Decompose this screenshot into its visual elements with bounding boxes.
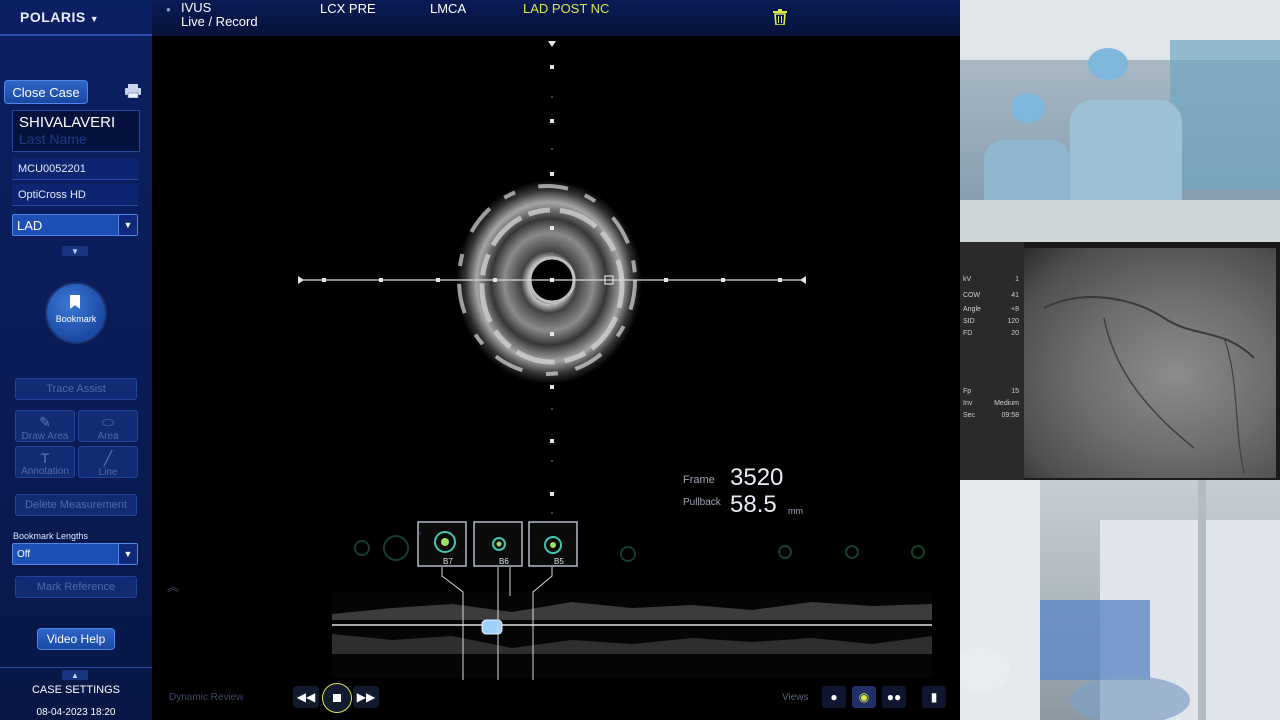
vessel-select[interactable]: LAD ▼ (12, 214, 138, 236)
stop-icon (333, 694, 341, 702)
draw-area-label: Draw Area (21, 431, 69, 442)
frame-value: 3520 (730, 464, 784, 491)
camera-scene (960, 0, 1280, 242)
delete-measurement-button[interactable]: Delete Measurement (15, 494, 137, 516)
tab-ivus-label: IVUS (181, 0, 212, 15)
bookmark-thumbnail[interactable] (417, 521, 467, 567)
area-icon: ⬭ (102, 414, 114, 430)
bookmark-lengths-value: Off (17, 548, 31, 560)
divider (0, 667, 152, 668)
bookmark-label: B6 (499, 557, 509, 566)
tab-lad-post-nc[interactable]: LAD POST NC (523, 1, 609, 16)
trash-icon[interactable] (773, 9, 787, 25)
procedure-camera-feed (960, 480, 1280, 720)
param-row: Sec 09:58 (963, 412, 1019, 419)
draw-area-button[interactable]: ✎ Draw Area (15, 410, 75, 442)
bookmark-thumbnail[interactable] (528, 521, 578, 567)
stop-button[interactable] (322, 683, 352, 713)
area-button[interactable]: ⬭ Area (78, 410, 138, 442)
run-tabs-bar: ● IVUS Live / Record LCX PRE LMCA LAD PO… (152, 0, 960, 36)
sidebar: POLARIS ▼ Close Case SHIVALAVERI Last Nam… (0, 0, 152, 720)
printer-icon[interactable] (124, 84, 142, 98)
pullback-value: 58.5 (730, 491, 777, 518)
view-dual-icon[interactable]: ●● (882, 686, 906, 708)
rewind-icon[interactable]: ◀◀ (293, 686, 319, 708)
trace-assist-button[interactable]: Trace Assist (15, 378, 137, 400)
brand-menu[interactable]: POLARIS ▼ (20, 9, 99, 25)
catheter-field[interactable]: OptiCross HD (12, 184, 138, 206)
bookmark-label: B5 (554, 557, 564, 566)
bookmark-label: B7 (443, 557, 453, 566)
line-icon: ╱ (103, 450, 113, 466)
chevron-down-icon: ▼ (118, 544, 137, 564)
annotation-label: Annotation (21, 466, 69, 477)
datetime-display: 08-04-2023 18:20 (36, 707, 116, 718)
divider (0, 34, 152, 36)
record-icon: ● (166, 5, 171, 14)
bookmark-lengths-select[interactable]: Off ▼ (12, 543, 138, 565)
param-row: COW 41 (963, 292, 1019, 299)
chevron-down-icon: ▼ (89, 14, 100, 24)
chevron-icon: › (418, 528, 422, 539)
param-row: FD 20 (963, 330, 1019, 337)
video-help-button[interactable]: Video Help (37, 628, 115, 650)
brand-label: POLARIS (20, 9, 86, 25)
chevron-down-icon: ▼ (118, 215, 137, 235)
coronary-vessels (1043, 296, 1255, 474)
bookmark-icon (70, 295, 80, 309)
fast-forward-icon[interactable]: ▶▶ (353, 686, 379, 708)
tab-ivus-live[interactable]: IVUS Live / Record (181, 1, 258, 29)
app-root: POLARIS ▼ Close Case SHIVALAVERI Last Nam… (0, 0, 1280, 720)
bookmark-icon[interactable]: ▮ (922, 686, 946, 708)
line-label: Line (98, 467, 118, 478)
view-single-icon[interactable]: ● (822, 686, 846, 708)
close-case-button[interactable]: Close Case (4, 80, 88, 104)
param-row: Inv Medium (963, 400, 1019, 407)
text-icon: T (40, 450, 50, 466)
area-label: Area (97, 431, 119, 442)
mark-reference-button[interactable]: Mark Reference (15, 576, 137, 598)
ivus-canvas[interactable]: › ︽ (152, 36, 960, 720)
line-button[interactable]: ╱ Line (78, 446, 138, 478)
bookmark-button[interactable]: Bookmark (45, 282, 107, 344)
tab-lmca[interactable]: LMCA (430, 1, 466, 16)
pullback-position-marker[interactable] (481, 619, 503, 635)
patient-id-field[interactable]: MCU0052201 (12, 158, 138, 180)
frame-label: Frame (683, 474, 715, 486)
views-label: Views (782, 692, 809, 703)
param-row: kV 1 (963, 276, 1019, 283)
patient-last-name-placeholder: Last Name (19, 131, 87, 147)
ivus-viewer[interactable]: › ︽ B7 B6 B5 Frame 3520 Pullback 58.5 mm… (152, 36, 960, 720)
tab-lcx-pre[interactable]: LCX PRE (320, 1, 376, 16)
angiogram-image (1024, 248, 1276, 478)
angio-parameters: kV 1 COW 41 Angle +8 SID 120 FD 20 Fp 15 Inv Me… (960, 242, 1024, 480)
cath-lab-camera-feed (960, 0, 1280, 242)
pullback-unit: mm (788, 506, 803, 516)
angiography-feed: kV 1 COW 41 Angle +8 SID 120 FD 20 Fp 15 Inv Me… (960, 242, 1280, 480)
tab-ivus-sublabel: Live / Record (181, 14, 258, 29)
view-overlay-icon[interactable]: ◉ (852, 686, 876, 708)
patient-first-name: SHIVALAVERI (19, 114, 116, 131)
collapse-toggle[interactable]: ▲ (62, 670, 88, 680)
case-settings-button[interactable]: CASE SETTINGS (0, 684, 152, 696)
bookmark-thumbnail[interactable] (473, 521, 523, 567)
pencil-icon: ✎ (39, 414, 51, 430)
param-row: SID 120 (963, 318, 1019, 325)
annotation-button[interactable]: T Annotation (15, 446, 75, 478)
camera-scene (960, 480, 1280, 720)
bookmark-lengths-label: Bookmark Lengths (13, 531, 89, 541)
chevron-up-icon[interactable]: ︽ (167, 580, 179, 594)
vessel-select-value: LAD (17, 217, 43, 233)
expand-toggle[interactable]: ▼ (62, 246, 88, 256)
bookmark-label: Bookmark (55, 314, 97, 324)
param-row: Angle +8 (963, 306, 1019, 313)
patient-name-field[interactable]: SHIVALAVERI Last Name (12, 110, 140, 152)
dynamic-review-label[interactable]: Dynamic Review (169, 692, 243, 703)
param-row: Fp 15 (963, 388, 1019, 395)
pullback-label: Pullback (683, 497, 721, 508)
